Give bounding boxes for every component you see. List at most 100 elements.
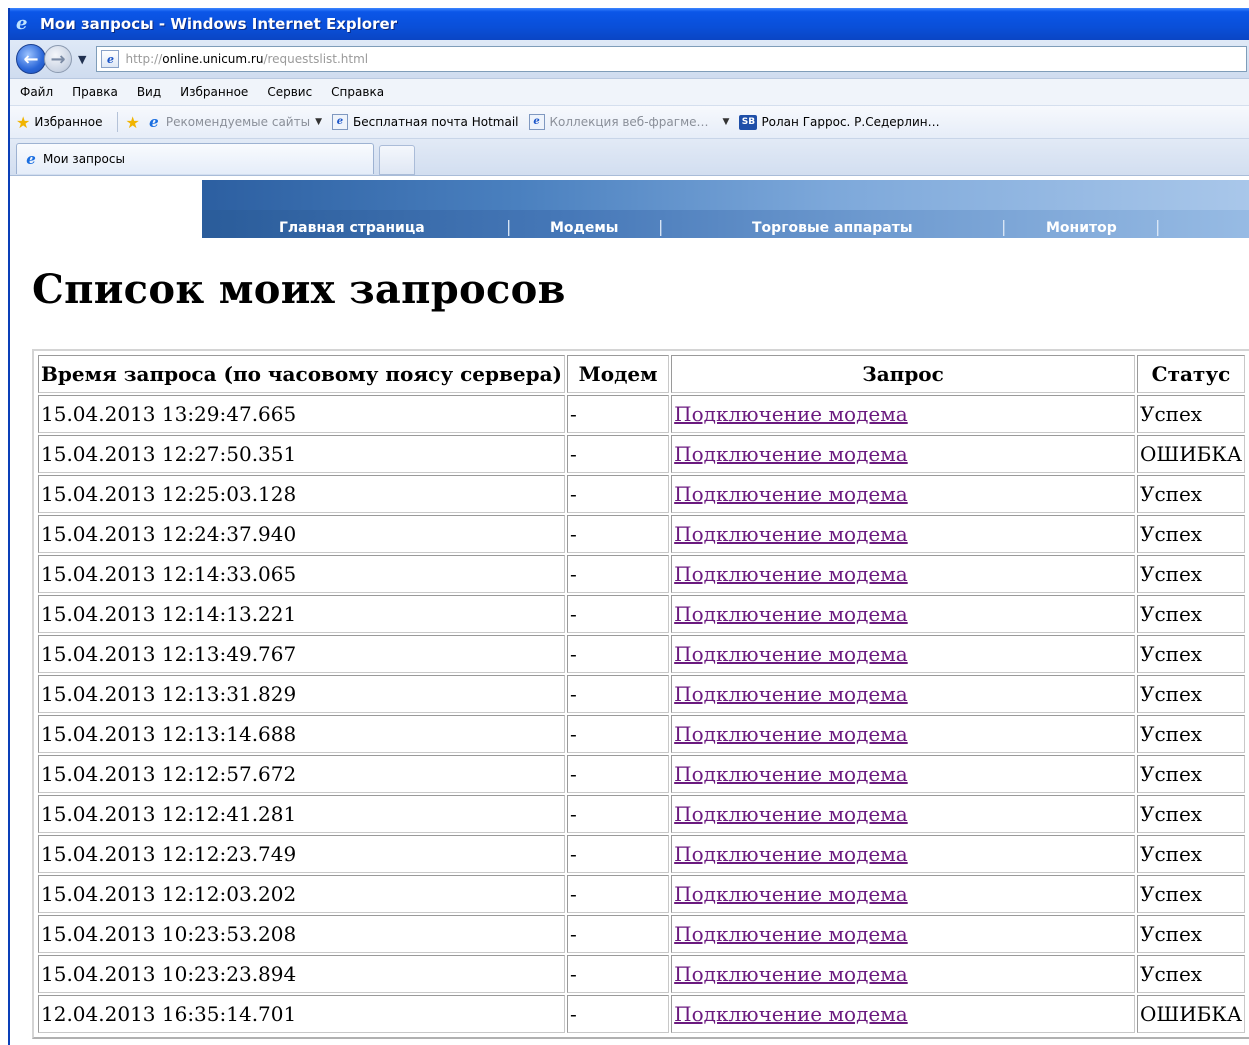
request-link[interactable]: Подключение модема <box>674 962 908 986</box>
fav-item-label: Ролан Гаррос. Р.Седерлин… <box>761 115 940 129</box>
request-link[interactable]: Подключение модема <box>674 602 908 626</box>
fav-item-label: Рекомендуемые сайты <box>165 115 311 129</box>
menu-tools[interactable]: Сервис <box>267 85 312 99</box>
page-icon: e <box>101 50 120 68</box>
fav-item-web-slices[interactable]: e Коллекция веб-фрагме… ▼ <box>528 114 730 130</box>
cell-modem: - <box>567 395 670 433</box>
cell-modem: - <box>567 555 670 593</box>
url-input[interactable]: e http://online.unicum.ru/requestslist.h… <box>96 46 1247 72</box>
request-link[interactable]: Подключение модема <box>674 562 908 586</box>
request-link[interactable]: Подключение модема <box>674 522 908 546</box>
new-tab-button[interactable] <box>379 145 415 175</box>
tab-bar: e Мои запросы <box>10 139 1249 176</box>
table-header-row: Время запроса (по часовому поясу сервера… <box>38 355 1245 393</box>
cell-request: Подключение модема <box>671 995 1135 1033</box>
table-row: 15.04.2013 13:29:47.665- Подключение моде… <box>38 395 1245 433</box>
request-link[interactable]: Подключение модема <box>674 682 908 706</box>
request-link[interactable]: Подключение модема <box>674 882 908 906</box>
cell-status: Успех <box>1136 755 1245 793</box>
menu-file[interactable]: Файл <box>20 85 53 99</box>
header-request: Запрос <box>671 355 1135 393</box>
address-bar: ← → ▼ e http://online.unicum.ru/requests… <box>10 40 1249 79</box>
table-row: 15.04.2013 12:27:50.351- Подключение моде… <box>38 435 1245 473</box>
menu-help[interactable]: Справка <box>331 85 384 99</box>
table-row: 15.04.2013 12:13:49.767- Подключение моде… <box>38 635 1245 673</box>
ie-page-icon: e <box>331 114 348 130</box>
fav-item-label: Коллекция веб-фрагме… <box>549 115 709 129</box>
page-content: Главная страница | Модемы | Торговые апп… <box>10 176 1249 1045</box>
cell-status: Успех <box>1136 795 1245 833</box>
cell-time: 15.04.2013 12:14:13.221 <box>38 595 566 633</box>
fav-item-suggested-sites[interactable]: e Рекомендуемые сайты ▼ <box>146 114 322 130</box>
chevron-down-icon: ▼ <box>315 117 322 127</box>
browser-window: e Мои запросы - Windows Internet Explore… <box>8 8 1249 1045</box>
nav-separator: | <box>658 217 664 236</box>
forward-button[interactable]: → <box>44 45 72 73</box>
cell-time: 15.04.2013 12:14:33.065 <box>38 555 566 593</box>
fav-item-roland-garros[interactable]: SB Ролан Гаррос. Р.Седерлин… <box>739 114 940 130</box>
cell-modem: - <box>567 915 670 953</box>
cell-status: Успех <box>1136 715 1245 753</box>
request-link[interactable]: Подключение модема <box>674 922 908 946</box>
nav-separator: | <box>506 217 512 236</box>
request-link[interactable]: Подключение модема <box>674 762 908 786</box>
back-button[interactable]: ← <box>16 44 46 74</box>
cell-request: Подключение модема <box>671 435 1135 473</box>
cell-modem: - <box>567 715 670 753</box>
cell-time: 12.04.2013 16:35:14.701 <box>38 995 566 1033</box>
request-link[interactable]: Подключение модема <box>674 842 908 866</box>
table-row: 15.04.2013 10:23:53.208- Подключение моде… <box>38 915 1245 953</box>
table-row: 15.04.2013 12:14:13.221- Подключение моде… <box>38 595 1245 633</box>
cell-request: Подключение модема <box>671 675 1135 713</box>
cell-time: 15.04.2013 10:23:53.208 <box>38 915 566 953</box>
url-path: /requestslist.html <box>263 52 369 66</box>
tab-title: Мои запросы <box>43 152 125 166</box>
nav-link-home[interactable]: Главная страница <box>279 220 425 236</box>
table-row: 12.04.2013 16:35:14.701- Подключение моде… <box>38 995 1245 1033</box>
ie-icon: e <box>26 150 36 168</box>
cell-request: Подключение модема <box>671 955 1135 993</box>
menu-edit[interactable]: Правка <box>72 85 118 99</box>
cell-status: Успех <box>1136 395 1245 433</box>
cell-time: 15.04.2013 12:12:41.281 <box>38 795 566 833</box>
cell-time: 15.04.2013 12:12:23.749 <box>38 835 566 873</box>
cell-time: 15.04.2013 12:13:14.688 <box>38 715 566 753</box>
request-link[interactable]: Подключение модема <box>674 442 908 466</box>
request-link[interactable]: Подключение модема <box>674 482 908 506</box>
ie-page-icon: e <box>528 114 545 130</box>
request-link[interactable]: Подключение модема <box>674 1002 908 1026</box>
url-host: online.unicum.ru <box>162 52 264 66</box>
cell-request: Подключение модема <box>671 715 1135 753</box>
add-favorite-icon[interactable]: ★ <box>126 113 140 132</box>
cell-time: 15.04.2013 12:27:50.351 <box>38 435 566 473</box>
nav-link-monitor[interactable]: Монитор <box>1046 220 1117 236</box>
fav-item-hotmail[interactable]: e Бесплатная почта Hotmail <box>331 114 519 130</box>
nav-link-vending-machines[interactable]: Торговые аппараты <box>752 220 913 236</box>
table-row: 15.04.2013 12:13:14.688- Подключение моде… <box>38 715 1245 753</box>
menu-favorites[interactable]: Избранное <box>180 85 248 99</box>
cell-modem: - <box>567 635 670 673</box>
menu-view[interactable]: Вид <box>137 85 161 99</box>
cell-request: Подключение модема <box>671 555 1135 593</box>
request-link[interactable]: Подключение модема <box>674 802 908 826</box>
cell-status: ОШИБКА <box>1136 435 1245 473</box>
request-link[interactable]: Подключение модема <box>674 722 908 746</box>
cell-request: Подключение модема <box>671 835 1135 873</box>
request-link[interactable]: Подключение модема <box>674 402 908 426</box>
chevron-down-icon: ▼ <box>722 117 730 127</box>
table-row: 15.04.2013 12:12:03.202- Подключение моде… <box>38 875 1245 913</box>
cell-status: Успех <box>1136 595 1245 633</box>
tab-my-requests[interactable]: e Мои запросы <box>16 143 374 174</box>
ie-logo-icon: e <box>16 13 28 34</box>
history-dropdown-icon[interactable]: ▼ <box>78 53 86 66</box>
cell-modem: - <box>567 875 670 913</box>
cell-status: Успех <box>1136 635 1245 673</box>
request-link[interactable]: Подключение модема <box>674 642 908 666</box>
favorites-bar: ★ Избранное ★ e Рекомендуемые сайты ▼ e … <box>10 106 1249 139</box>
favorites-button[interactable]: ★ Избранное <box>16 113 103 132</box>
cell-time: 15.04.2013 12:24:37.940 <box>38 515 566 553</box>
cell-time: 15.04.2013 13:29:47.665 <box>38 395 566 433</box>
cell-time: 15.04.2013 10:23:23.894 <box>38 955 566 993</box>
nav-link-modems[interactable]: Модемы <box>550 220 618 236</box>
cell-status: Успех <box>1136 835 1245 873</box>
